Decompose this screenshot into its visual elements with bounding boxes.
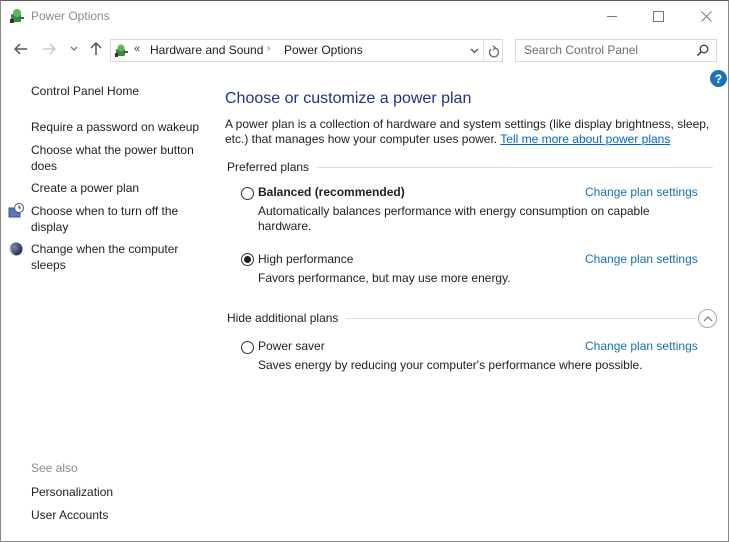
- create-power-plan-link[interactable]: Create a power plan: [31, 180, 211, 196]
- maximize-icon: [652, 11, 664, 22]
- balanced-plan-description: Automatically balances performance with …: [258, 204, 650, 233]
- back-arrow-icon: [14, 43, 27, 55]
- high-performance-plan-description: Favors performance, but may use more ene…: [258, 271, 511, 285]
- search-input[interactable]: Search Control Panel: [515, 39, 717, 62]
- balanced-plan-name[interactable]: Balanced (recommended): [258, 185, 405, 199]
- user-accounts-link[interactable]: User Accounts: [31, 507, 211, 523]
- power-options-window: Power Options « Hardware and Sound › Pow…: [0, 0, 729, 542]
- moon-icon: [9, 242, 23, 256]
- preferred-plans-group: Preferred plans: [227, 160, 713, 174]
- recent-locations-button[interactable]: [65, 40, 83, 58]
- forward-arrow-icon: [43, 43, 56, 55]
- forward-button[interactable]: [40, 40, 58, 58]
- search-icon[interactable]: [696, 43, 710, 57]
- address-divider: [483, 40, 484, 61]
- close-button[interactable]: [683, 1, 729, 32]
- balanced-change-plan-settings-link[interactable]: Change plan settings: [585, 185, 698, 199]
- help-icon[interactable]: ?: [710, 70, 727, 87]
- balanced-radio[interactable]: [241, 187, 254, 200]
- maximize-button[interactable]: [635, 1, 681, 32]
- high-performance-change-plan-settings-link[interactable]: Change plan settings: [585, 252, 698, 266]
- navigation-bar: « Hardware and Sound › Power Options Sea…: [1, 32, 728, 66]
- breadcrumb-hardware-and-sound[interactable]: Hardware and Sound: [150, 43, 263, 57]
- up-button[interactable]: [87, 40, 105, 58]
- page-title: Choose or customize a power plan: [225, 90, 472, 107]
- up-arrow-icon: [90, 42, 102, 55]
- title-bar: Power Options: [1, 1, 728, 32]
- power-button-link[interactable]: Choose what the power button does: [31, 142, 201, 174]
- address-bar[interactable]: « Hardware and Sound › Power Options: [110, 39, 503, 62]
- require-password-link[interactable]: Require a password on wakeup: [31, 119, 211, 135]
- group-divider: [317, 166, 713, 168]
- personalization-link[interactable]: Personalization: [31, 484, 211, 500]
- high-performance-plan-name[interactable]: High performance: [258, 252, 353, 266]
- address-dropdown-button[interactable]: [467, 44, 481, 58]
- power-saver-change-plan-settings-link[interactable]: Change plan settings: [585, 339, 698, 353]
- refresh-icon: [488, 45, 500, 57]
- minimize-button[interactable]: [589, 1, 635, 32]
- control-panel-home-link[interactable]: Control Panel Home: [31, 83, 211, 99]
- search-placeholder: Search Control Panel: [524, 43, 639, 57]
- left-task-pane: Control Panel Home Require a password on…: [1, 66, 216, 542]
- chevron-up-icon: [703, 316, 712, 322]
- power-saver-plan-description: Saves energy by reducing your computer's…: [258, 358, 643, 372]
- high-performance-radio[interactable]: [241, 253, 254, 266]
- group-divider: [346, 317, 697, 319]
- chevron-down-icon: [70, 46, 78, 51]
- preferred-plans-label: Preferred plans: [227, 160, 310, 174]
- see-also-heading: See also: [31, 461, 78, 475]
- close-icon: [700, 11, 712, 22]
- control-panel-icon: [115, 44, 128, 57]
- power-saver-plan-name[interactable]: Power saver: [258, 339, 325, 353]
- computer-sleeps-link[interactable]: Change when the computer sleeps: [31, 241, 196, 273]
- breadcrumb-power-options[interactable]: Power Options: [284, 43, 363, 57]
- additional-plans-group: Hide additional plans: [227, 311, 697, 325]
- address-overflow-chevron[interactable]: «: [134, 43, 140, 55]
- page-description: A power plan is a collection of hardware…: [225, 117, 720, 147]
- monitor-clock-icon: [8, 203, 24, 218]
- hide-additional-plans-label[interactable]: Hide additional plans: [227, 311, 338, 325]
- window-title: Power Options: [31, 9, 110, 23]
- collapse-additional-plans-button[interactable]: [698, 309, 717, 328]
- chevron-down-icon: [470, 48, 478, 54]
- power-options-app-icon: [10, 9, 24, 23]
- back-button[interactable]: [12, 40, 30, 58]
- tell-me-more-link[interactable]: Tell me more about power plans: [500, 132, 670, 146]
- breadcrumb-separator[interactable]: ›: [267, 43, 270, 54]
- refresh-button[interactable]: [486, 43, 502, 59]
- minimize-icon: [606, 16, 617, 17]
- turn-off-display-link[interactable]: Choose when to turn off the display: [31, 203, 196, 235]
- power-saver-radio[interactable]: [241, 341, 254, 354]
